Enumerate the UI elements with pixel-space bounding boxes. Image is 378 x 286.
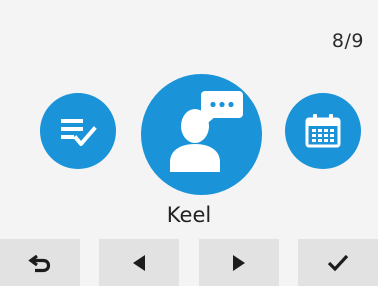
calendar-button[interactable] xyxy=(285,93,361,169)
contact-button[interactable] xyxy=(141,74,262,195)
right-arrow-icon xyxy=(232,254,245,271)
selected-item-label: Keel xyxy=(166,203,212,227)
checklist-button[interactable] xyxy=(40,93,116,169)
back-arrow-icon xyxy=(28,254,51,272)
previous-button[interactable] xyxy=(99,239,180,286)
softkey-bar xyxy=(0,239,378,286)
check-icon xyxy=(327,254,349,271)
left-arrow-icon xyxy=(133,254,146,271)
checklist-icon xyxy=(61,119,97,146)
next-button[interactable] xyxy=(198,239,279,286)
screen: 8/9 Keel xyxy=(0,0,378,286)
calendar-icon xyxy=(305,114,341,148)
contact-message-icon xyxy=(170,91,243,172)
page-indicator: 8/9 xyxy=(331,30,364,52)
confirm-button[interactable] xyxy=(297,239,378,286)
back-button[interactable] xyxy=(0,239,80,286)
